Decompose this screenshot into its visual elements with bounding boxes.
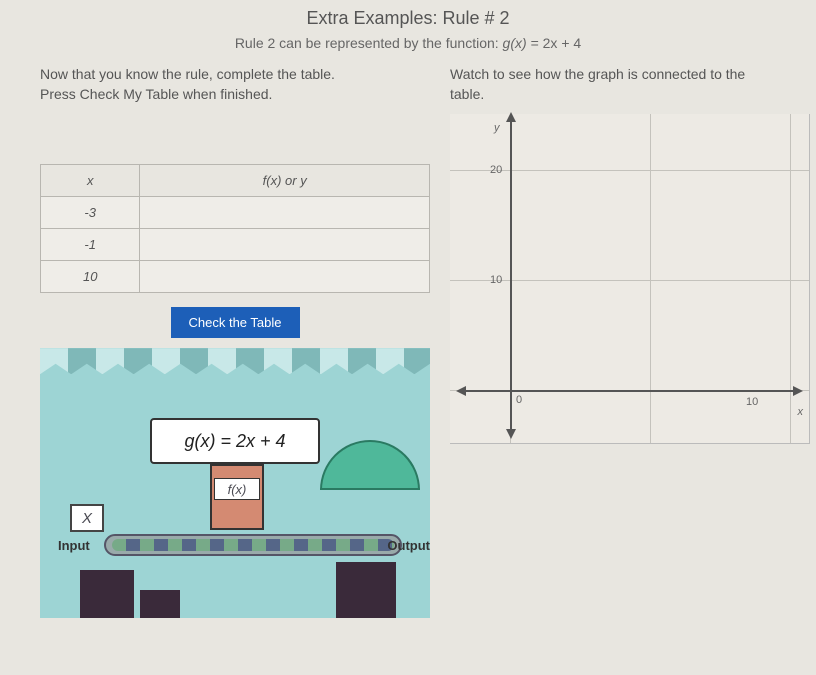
left-instruction: Now that you know the rule, complete the… xyxy=(40,65,430,104)
cell-y[interactable] xyxy=(140,229,430,261)
conveyor-belt xyxy=(104,534,402,556)
x-axis xyxy=(464,390,795,392)
machine-label: f(x) xyxy=(214,478,260,500)
table-row: -3 xyxy=(41,197,430,229)
function-table: x f(x) or y -3 -1 10 xyxy=(40,164,430,293)
arrow-left-icon xyxy=(456,386,466,396)
block-decoration xyxy=(80,570,134,618)
y-tick-10: 10 xyxy=(490,274,502,286)
table-row: -1 xyxy=(41,229,430,261)
gridline xyxy=(450,170,809,171)
table-row: 10 xyxy=(41,261,430,293)
instr-line1: Now that you know the rule, complete the… xyxy=(40,66,335,82)
cell-y[interactable] xyxy=(140,261,430,293)
gridline xyxy=(790,114,791,443)
x-tick-10: 10 xyxy=(746,396,758,408)
y-tick-20: 20 xyxy=(490,164,502,176)
gridline xyxy=(650,114,651,443)
origin-label: 0 xyxy=(516,394,522,406)
instr-line2: Press Check My Table when finished. xyxy=(40,86,272,102)
y-axis xyxy=(510,114,512,429)
y-axis-label: y xyxy=(494,122,500,134)
col-y-header: f(x) or y xyxy=(140,165,430,197)
function-sign: g(x) = 2x + 4 xyxy=(150,418,320,464)
block-decoration xyxy=(336,562,396,618)
instr-line2: table. xyxy=(450,86,484,102)
dome-decoration xyxy=(320,440,420,490)
gridline xyxy=(450,280,809,281)
subtitle-text: Rule 2 can be represented by the functio… xyxy=(235,35,503,51)
cell-x: 10 xyxy=(41,261,140,293)
subtitle-expr: 2x + 4 xyxy=(543,35,582,51)
arrow-up-icon xyxy=(506,112,516,122)
subtitle: Rule 2 can be represented by the functio… xyxy=(0,35,816,51)
output-label: Output xyxy=(387,538,430,553)
check-table-button[interactable]: Check the Table xyxy=(171,307,300,338)
awning-decoration xyxy=(40,348,430,374)
x-axis-label: x xyxy=(798,406,804,418)
block-decoration xyxy=(140,590,180,618)
arrow-down-icon xyxy=(506,429,516,439)
x-input-box[interactable]: X xyxy=(70,504,104,532)
cell-x: -1 xyxy=(41,229,140,261)
coordinate-graph: y 20 10 0 10 x xyxy=(450,114,810,444)
cell-y[interactable] xyxy=(140,197,430,229)
page-title: Extra Examples: Rule # 2 xyxy=(0,8,816,29)
subtitle-eq: = xyxy=(531,35,543,51)
arrow-right-icon xyxy=(793,386,803,396)
instr-line1: Watch to see how the graph is connected … xyxy=(450,66,745,82)
col-x-header: x xyxy=(41,165,140,197)
game-area: g(x) = 2x + 4 f(x) X Input Output xyxy=(40,348,430,618)
input-label: Input xyxy=(58,538,90,553)
cell-x: -3 xyxy=(41,197,140,229)
right-instruction: Watch to see how the graph is connected … xyxy=(450,65,810,104)
subtitle-fn: g(x) xyxy=(503,35,527,51)
